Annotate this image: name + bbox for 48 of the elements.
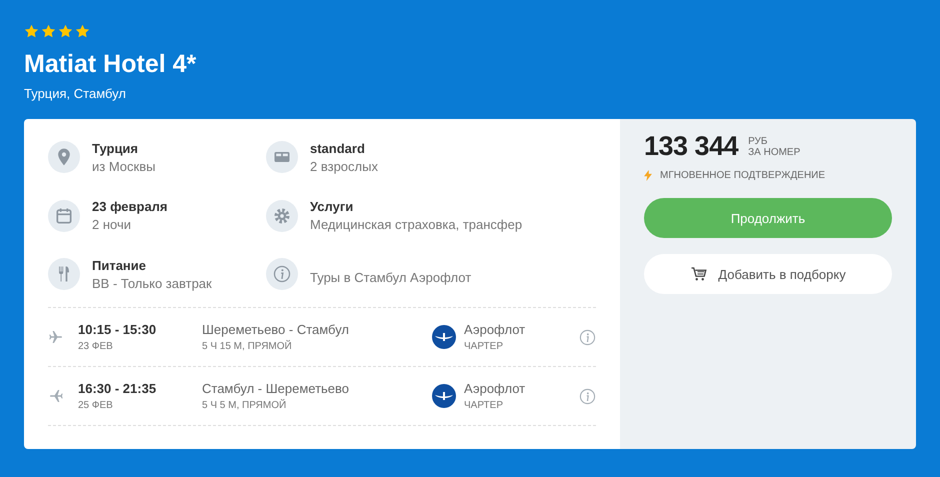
- cart-icon: [690, 265, 708, 283]
- info-icon[interactable]: [579, 388, 596, 404]
- star-icon: [58, 24, 73, 39]
- price-amount: 133 344: [644, 131, 738, 162]
- price-unit: ЗА НОМЕР: [748, 146, 800, 158]
- airline-logo-icon: [432, 325, 456, 349]
- star-icon: [41, 24, 56, 39]
- flight-route: Шереметьево - Стамбул: [202, 322, 350, 337]
- detail-text: Туры в Стамбул Аэрофлот: [310, 270, 472, 286]
- airline-name: Аэрофлот: [464, 322, 526, 337]
- detail-title: Услуги: [310, 199, 354, 214]
- hotel-location: Турция, Стамбул: [24, 86, 127, 101]
- flight-date: 23 ФЕВ: [78, 341, 114, 352]
- flight-duration: 5 Ч 15 М, ПРЯМОЙ: [202, 341, 293, 352]
- fork-knife-icon: [48, 258, 80, 290]
- confirmation-note: МГНОВЕННОЕ ПОДТВЕРЖДЕНИЕ: [660, 170, 826, 181]
- pin-icon: [48, 141, 80, 173]
- gear-icon: [266, 200, 298, 232]
- detail-text: Медицинская страховка, трансфер: [310, 217, 522, 232]
- star-icon: [24, 24, 39, 39]
- flight-time: 10:15 - 15:30: [78, 322, 158, 337]
- detail-text: 2 взрослых: [310, 158, 378, 174]
- flight-type: ЧАРТЕР: [464, 400, 504, 411]
- flight-type: ЧАРТЕР: [464, 341, 504, 352]
- star-icon: [75, 24, 90, 39]
- detail-text: из Москвы: [92, 158, 156, 174]
- info-icon: [266, 258, 298, 290]
- detail-title: Питание: [92, 258, 148, 273]
- flight-date: 25 ФЕВ: [78, 400, 114, 411]
- detail-title: 23 февраля: [92, 199, 168, 214]
- flight-time: 16:30 - 21:35: [78, 381, 158, 396]
- plane-icon: [48, 388, 64, 404]
- airline-name: Аэрофлот: [464, 381, 526, 396]
- calendar-icon: [48, 200, 80, 232]
- detail-text: 2 ночи: [92, 217, 132, 232]
- detail-title: standard: [310, 140, 366, 156]
- detail-title: Турция: [92, 140, 140, 156]
- price-currency: РУБ: [748, 136, 768, 146]
- airline-logo-icon: [432, 384, 456, 408]
- lightning-icon: [644, 170, 652, 181]
- hotel-title: Matiat Hotel 4*: [24, 49, 198, 80]
- bed-icon: [266, 141, 298, 173]
- flight-duration: 5 Ч 5 М, ПРЯМОЙ: [202, 400, 288, 411]
- flight-route: Стамбул - Шереметьево: [202, 381, 350, 396]
- add-to-selection-button[interactable]: Добавить в подборку: [644, 254, 892, 294]
- info-icon[interactable]: [579, 328, 596, 346]
- plane-icon: [48, 329, 64, 345]
- detail-text: BB - Только завтрак: [92, 276, 212, 291]
